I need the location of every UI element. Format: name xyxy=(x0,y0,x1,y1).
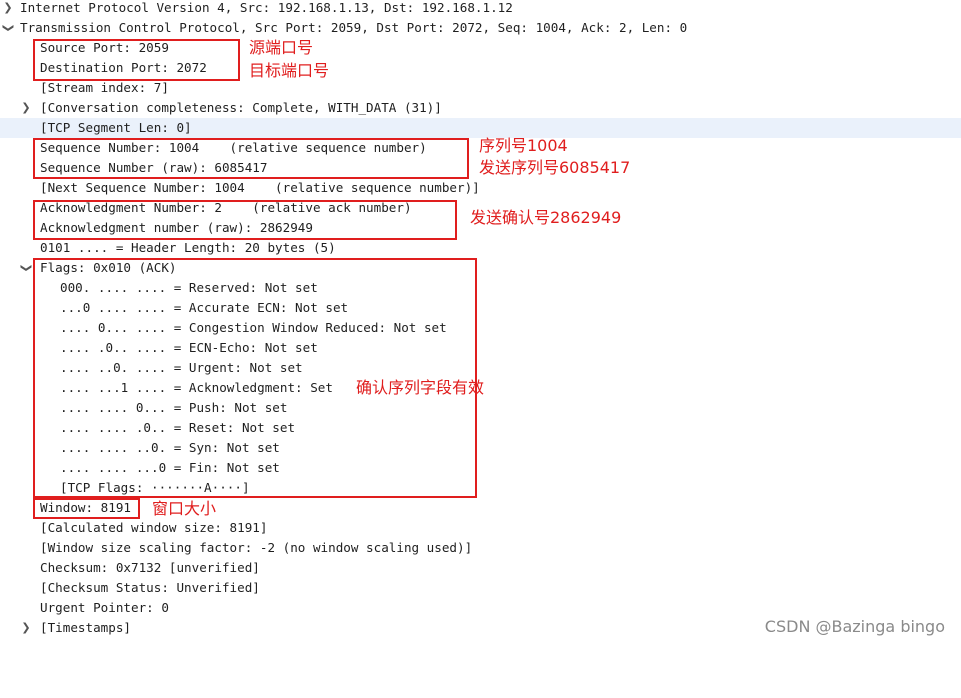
expand-arrow-icon[interactable]: ❯ xyxy=(2,0,14,18)
expand-arrow-icon[interactable]: ❯ xyxy=(20,618,32,638)
tree-row-next-sequence[interactable]: [Next Sequence Number: 1004 (relative se… xyxy=(0,178,961,198)
header-length-text: 0101 .... = Header Length: 20 bytes (5) xyxy=(40,240,336,255)
checksum-text: Checksum: 0x7132 [unverified] xyxy=(40,560,260,575)
tcp-header-text: Transmission Control Protocol, Src Port:… xyxy=(20,20,688,35)
annotation-ack-flag: 确认序列字段有效 xyxy=(356,378,485,397)
ip-header-text: Internet Protocol Version 4, Src: 192.16… xyxy=(20,0,513,15)
tree-row-header-length[interactable]: 0101 .... = Header Length: 20 bytes (5) xyxy=(0,238,961,258)
urgent-pointer-text: Urgent Pointer: 0 xyxy=(40,600,169,615)
watermark: CSDN @Bazinga bingo xyxy=(764,617,945,636)
tree-row-checksum[interactable]: Checksum: 0x7132 [unverified] xyxy=(0,558,961,578)
tree-row-window-scaling[interactable]: [Window size scaling factor: -2 (no wind… xyxy=(0,538,961,558)
stream-index-text: [Stream index: 7] xyxy=(40,80,169,95)
tree-row-stream-index[interactable]: [Stream index: 7] xyxy=(0,78,961,98)
annotation-source-port: 源端口号 xyxy=(249,38,314,57)
next-sequence-text: [Next Sequence Number: 1004 (relative se… xyxy=(40,180,480,195)
collapse-arrow-icon[interactable]: ❯ xyxy=(0,22,18,34)
timestamps-text: [Timestamps] xyxy=(40,620,131,635)
tree-row-urgent-pointer[interactable]: Urgent Pointer: 0 xyxy=(0,598,961,618)
checksum-status-text: [Checksum Status: Unverified] xyxy=(40,580,260,595)
highlight-box-ack xyxy=(33,200,457,240)
annotation-sequence-raw: 发送序列号6085417 xyxy=(479,158,631,177)
tree-row-ip[interactable]: ❯ Internet Protocol Version 4, Src: 192.… xyxy=(0,0,961,18)
tree-row-calculated-window[interactable]: [Calculated window size: 8191] xyxy=(0,518,961,538)
segment-len-text: [TCP Segment Len: 0] xyxy=(40,120,192,135)
annotation-window: 窗口大小 xyxy=(152,499,217,518)
highlight-box-sequence xyxy=(33,138,469,179)
annotation-ack-raw: 发送确认号2862949 xyxy=(470,208,622,227)
tree-row-segment-len-selected[interactable]: [TCP Segment Len: 0] xyxy=(0,118,961,138)
tree-row-tcp[interactable]: ❯ Transmission Control Protocol, Src Por… xyxy=(0,18,961,38)
conversation-text: [Conversation completeness: Complete, WI… xyxy=(40,100,442,115)
tree-row-checksum-status[interactable]: [Checksum Status: Unverified] xyxy=(0,578,961,598)
tree-row-conversation[interactable]: ❯ [Conversation completeness: Complete, … xyxy=(0,98,961,118)
window-scaling-text: [Window size scaling factor: -2 (no wind… xyxy=(40,540,473,555)
highlight-box-ports xyxy=(33,39,240,81)
annotation-dest-port: 目标端口号 xyxy=(249,61,330,80)
tree-row-window[interactable]: Window: 8191 xyxy=(0,498,961,518)
annotation-sequence: 序列号1004 xyxy=(479,136,568,155)
expand-arrow-icon[interactable]: ❯ xyxy=(20,98,32,118)
calculated-window-text: [Calculated window size: 8191] xyxy=(40,520,268,535)
highlight-box-window xyxy=(33,498,140,519)
